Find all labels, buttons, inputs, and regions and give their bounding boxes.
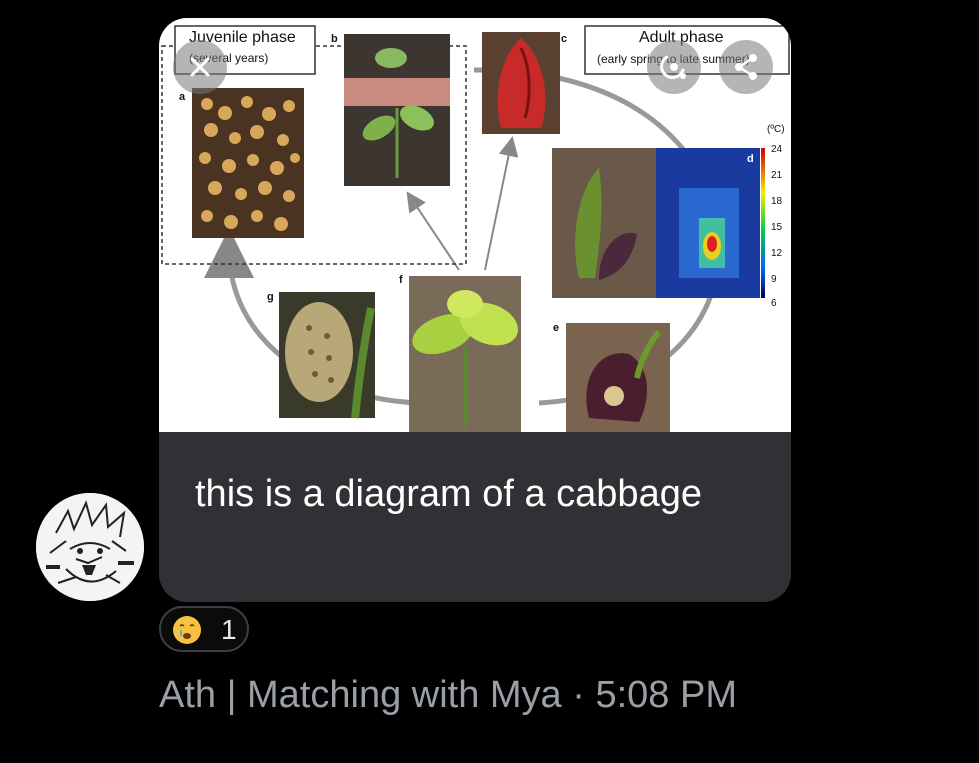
reaction-chip[interactable]: 1 bbox=[159, 606, 249, 652]
sender-name: Ath | Matching with Mya bbox=[159, 674, 562, 716]
share-button[interactable] bbox=[719, 40, 773, 94]
photo-panel-b: b bbox=[331, 33, 450, 186]
panel-label-c: c bbox=[561, 33, 567, 45]
close-icon bbox=[190, 57, 210, 77]
temp-tick: 12 bbox=[771, 248, 783, 259]
crying-face-emoji-icon bbox=[173, 616, 201, 644]
message-time: 5:08 PM bbox=[595, 674, 738, 716]
temperature-scale: (ºC) 24 21 18 15 12 9 6 bbox=[761, 124, 785, 309]
lens-button[interactable] bbox=[647, 40, 701, 94]
message-meta: Ath | Matching with Mya · 5:08 PM bbox=[159, 672, 737, 718]
panel-label-e: e bbox=[553, 322, 559, 334]
photo-panel-e: e bbox=[553, 322, 670, 432]
lens-icon bbox=[660, 55, 686, 79]
photo-panel-d: d bbox=[552, 148, 760, 298]
sender-avatar[interactable] bbox=[36, 493, 144, 601]
temp-tick: 15 bbox=[771, 222, 783, 233]
photo-panel-c: c bbox=[482, 32, 567, 134]
temp-tick: 24 bbox=[771, 144, 783, 155]
close-button[interactable] bbox=[173, 40, 227, 94]
panel-label-d: d bbox=[747, 153, 754, 165]
photo-panel-f: f bbox=[399, 274, 521, 432]
panel-label-b: b bbox=[331, 33, 338, 45]
share-icon bbox=[735, 54, 757, 80]
temp-tick: 21 bbox=[771, 170, 783, 181]
panel-label-f: f bbox=[399, 274, 403, 286]
temp-tick: 9 bbox=[771, 274, 777, 285]
photo-panel-a: a bbox=[179, 88, 304, 238]
temp-tick: 6 bbox=[771, 298, 777, 309]
temp-unit: (ºC) bbox=[767, 124, 785, 135]
panel-label-g: g bbox=[267, 291, 274, 303]
reaction-count: 1 bbox=[221, 614, 237, 645]
image-attachment[interactable]: Juvenile phase (several years) Adult pha… bbox=[159, 18, 791, 432]
message-bubble: Juvenile phase (several years) Adult pha… bbox=[159, 18, 791, 602]
message-caption: this is a diagram of a cabbage bbox=[195, 473, 702, 515]
meta-separator: · bbox=[572, 674, 585, 716]
photo-panel-g: g bbox=[267, 291, 375, 419]
temp-tick: 18 bbox=[771, 196, 783, 207]
